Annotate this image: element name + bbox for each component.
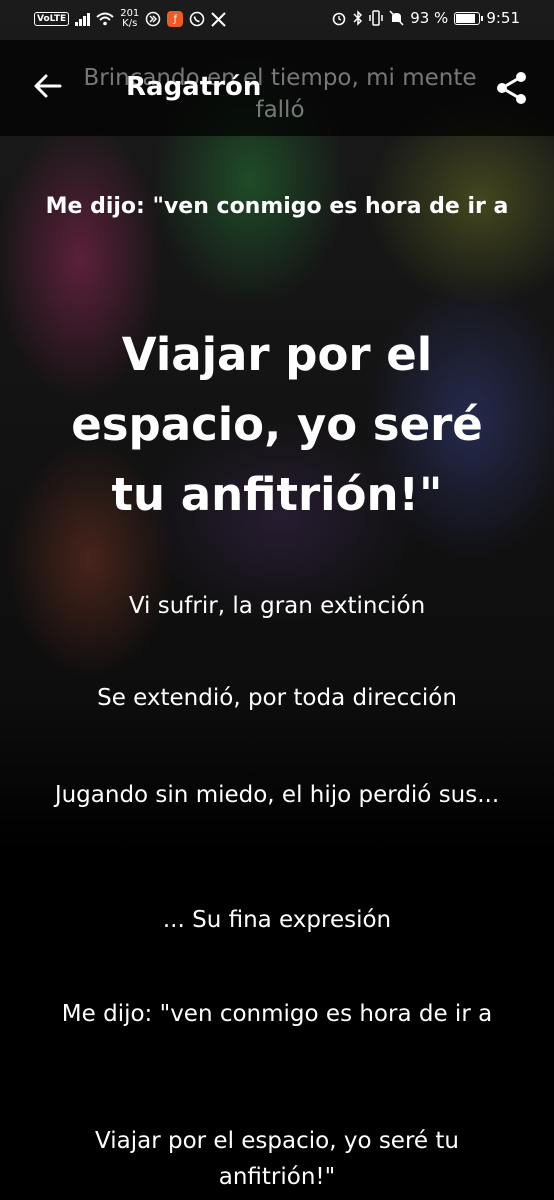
vibrate-icon bbox=[369, 10, 383, 26]
data-saver-icon bbox=[146, 11, 161, 27]
lyric-line-current[interactable]: Viajar por el espacio, yo seré tu anfitr… bbox=[40, 320, 514, 530]
app-icon: ƒ bbox=[167, 11, 184, 27]
clock: 9:51 bbox=[486, 9, 520, 27]
battery-percent: 93 % bbox=[410, 9, 449, 27]
alarm-icon bbox=[332, 12, 346, 26]
lyric-line[interactable]: Viajar por el espacio, yo seré tu anfitr… bbox=[40, 1123, 514, 1195]
status-bar: VoLTE 201 K/s ƒ 93 % 9:51 bbox=[0, 0, 554, 40]
song-title: Ragatrón bbox=[126, 72, 262, 102]
whatsapp-icon bbox=[189, 11, 205, 27]
mute-icon bbox=[389, 10, 404, 26]
battery-icon bbox=[454, 11, 484, 25]
net-speed: 201 K/s bbox=[120, 8, 140, 29]
lyric-line[interactable]: ... Su fina expresión bbox=[40, 902, 514, 938]
lyrics-header: Brincando en el tiempo, mi mente falló R… bbox=[0, 40, 554, 136]
volte-icon: VoLTE bbox=[34, 12, 70, 26]
wifi-icon bbox=[96, 12, 114, 26]
lyric-line[interactable]: Me dijo: "ven conmigo es hora de ir a bbox=[40, 190, 514, 223]
x-icon bbox=[211, 11, 227, 27]
signal-icon bbox=[75, 12, 91, 26]
bluetooth-icon bbox=[353, 10, 363, 26]
lyric-line[interactable]: Vi sufrir, la gran extinción bbox=[40, 588, 514, 624]
lyric-line[interactable]: Se extendió, por toda dirección bbox=[40, 680, 514, 716]
lyric-line[interactable]: Jugando sin miedo, el hijo perdió sus... bbox=[40, 777, 514, 813]
lyric-line[interactable]: Me dijo: "ven conmigo es hora de ir a bbox=[40, 996, 514, 1032]
